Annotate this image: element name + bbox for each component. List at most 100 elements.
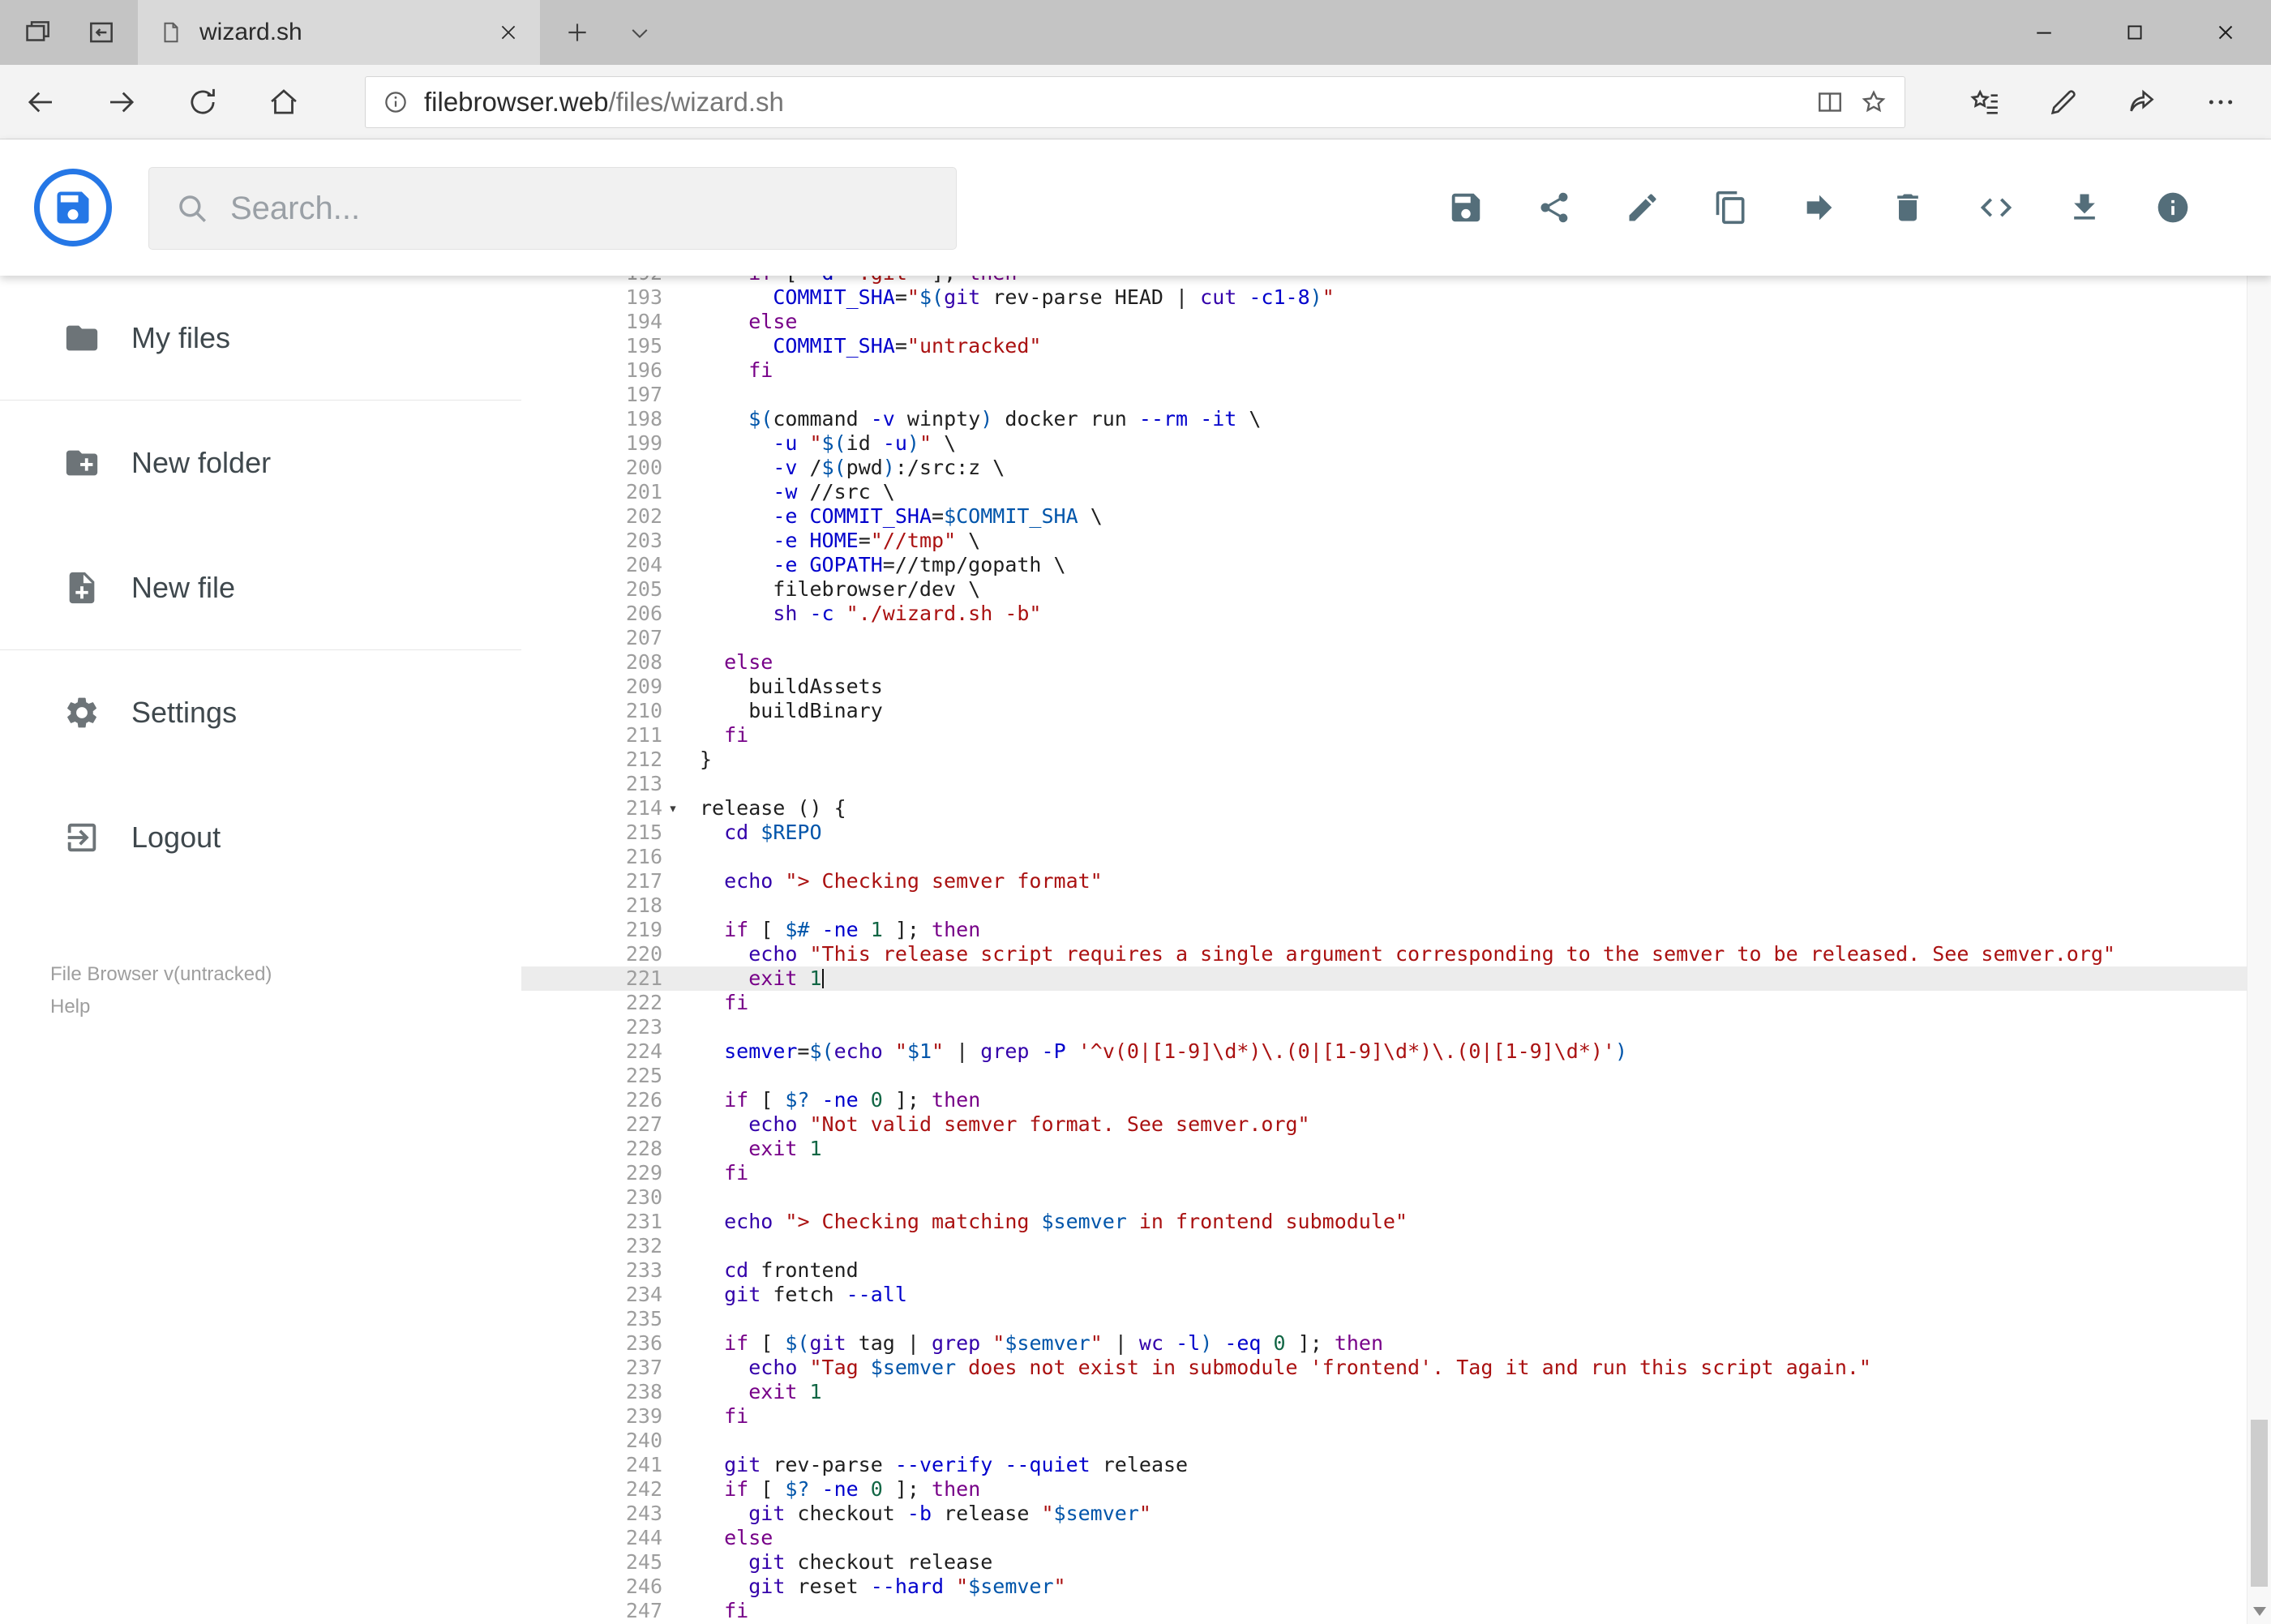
refresh-button[interactable]	[162, 65, 243, 139]
code-line-194[interactable]: 194 else	[521, 310, 2247, 334]
code-line-209[interactable]: 209 buildAssets	[521, 675, 2247, 699]
site-info-icon[interactable]	[382, 88, 409, 116]
scrollbar-thumb[interactable]	[2251, 1420, 2268, 1587]
code-line-218[interactable]: 218	[521, 893, 2247, 918]
code-line-245[interactable]: 245 git checkout release	[521, 1550, 2247, 1575]
code-line-243[interactable]: 243 git checkout -b release "$semver"	[521, 1502, 2247, 1526]
code-line-247[interactable]: 247 fi	[521, 1599, 2247, 1623]
code-line-226[interactable]: 226 if [ $? -ne 0 ]; then	[521, 1088, 2247, 1112]
code-line-239[interactable]: 239 fi	[521, 1404, 2247, 1429]
code-line-234[interactable]: 234 git fetch --all	[521, 1283, 2247, 1307]
rename-button[interactable]	[1624, 189, 1661, 226]
sidebar-item-logout[interactable]: Logout	[0, 775, 521, 900]
code-line-229[interactable]: 229 fi	[521, 1161, 2247, 1185]
code-line-208[interactable]: 208 else	[521, 650, 2247, 675]
code-line-230[interactable]: 230	[521, 1185, 2247, 1210]
code-line-212[interactable]: 212}	[521, 748, 2247, 772]
code-line-196[interactable]: 196 fi	[521, 358, 2247, 383]
code-line-227[interactable]: 227 echo "Not valid semver format. See s…	[521, 1112, 2247, 1137]
code-line-220[interactable]: 220 echo "This release script requires a…	[521, 942, 2247, 966]
back-button[interactable]	[0, 65, 81, 139]
fold-marker-icon[interactable]: ▾	[662, 796, 683, 821]
code-line-222[interactable]: 222 fi	[521, 991, 2247, 1015]
show-tab-previews-icon[interactable]	[23, 17, 54, 48]
code-line-242[interactable]: 242 if [ $? -ne 0 ]; then	[521, 1477, 2247, 1502]
code-line-202[interactable]: 202 -e COMMIT_SHA=$COMMIT_SHA \	[521, 504, 2247, 529]
set-tabs-aside-icon[interactable]	[86, 17, 117, 48]
help-link[interactable]: Help	[50, 991, 521, 1023]
favorite-star-icon[interactable]	[1859, 88, 1888, 117]
code-line-221[interactable]: 221 exit 1	[521, 966, 2247, 991]
scroll-down-arrow-icon[interactable]	[2253, 1607, 2266, 1616]
move-button[interactable]	[1801, 189, 1838, 226]
code-line-231[interactable]: 231 echo "> Checking matching $semver in…	[521, 1210, 2247, 1234]
code-line-219[interactable]: 219 if [ $# -ne 1 ]; then	[521, 918, 2247, 942]
code-line-233[interactable]: 233 cd frontend	[521, 1258, 2247, 1283]
sidebar-item-new-folder[interactable]: New folder	[0, 401, 521, 525]
code-line-210[interactable]: 210 buildBinary	[521, 699, 2247, 723]
new-tab-button[interactable]	[548, 0, 606, 65]
address-bar[interactable]: filebrowser.web/files/wizard.sh	[365, 76, 1905, 128]
code-line-193[interactable]: 193 COMMIT_SHA="$(git rev-parse HEAD | c…	[521, 285, 2247, 310]
code-line-201[interactable]: 201 -w //src \	[521, 480, 2247, 504]
code-line-240[interactable]: 240	[521, 1429, 2247, 1453]
code-line-224[interactable]: 224 semver=$(echo "$1" | grep -P '^v(0|[…	[521, 1039, 2247, 1064]
code-line-197[interactable]: 197	[521, 383, 2247, 407]
code-line-225[interactable]: 225	[521, 1064, 2247, 1088]
vertical-scrollbar[interactable]	[2247, 139, 2271, 1624]
code-line-213[interactable]: 213	[521, 772, 2247, 796]
sidebar-item-settings[interactable]: Settings	[0, 650, 521, 775]
browser-tab[interactable]: wizard.sh	[138, 0, 540, 65]
share-file-button[interactable]	[1536, 189, 1573, 226]
code-line-223[interactable]: 223	[521, 1015, 2247, 1039]
file-browser-logo[interactable]	[34, 169, 112, 246]
code-line-214[interactable]: 214 ▾ release () {	[521, 796, 2247, 821]
code-line-204[interactable]: 204 -e GOPATH=//tmp/gopath \	[521, 553, 2247, 577]
delete-button[interactable]	[1889, 189, 1926, 226]
code-line-207[interactable]: 207	[521, 626, 2247, 650]
code-line-205[interactable]: 205 filebrowser/dev \	[521, 577, 2247, 602]
code-line-236[interactable]: 236 if [ $(git tag | grep "$semver" | wc…	[521, 1331, 2247, 1356]
tab-close-icon[interactable]	[498, 22, 519, 43]
maximize-button[interactable]	[2089, 0, 2180, 65]
search-input[interactable]	[230, 190, 945, 227]
search-box[interactable]	[148, 167, 957, 250]
copy-button[interactable]	[1712, 189, 1750, 226]
info-button[interactable]	[2154, 189, 2192, 226]
code-line-198[interactable]: 198 $(command -v winpty) docker run --rm…	[521, 407, 2247, 431]
code-line-237[interactable]: 237 echo "Tag $semver does not exist in …	[521, 1356, 2247, 1380]
code-line-216[interactable]: 216	[521, 845, 2247, 869]
close-button[interactable]	[2180, 0, 2271, 65]
code-line-195[interactable]: 195 COMMIT_SHA="untracked"	[521, 334, 2247, 358]
code-line-206[interactable]: 206 sh -c "./wizard.sh -b"	[521, 602, 2247, 626]
save-button[interactable]	[1447, 189, 1485, 226]
code-line-215[interactable]: 215 cd $REPO	[521, 821, 2247, 845]
code-view-button[interactable]	[1977, 189, 2015, 226]
code-line-246[interactable]: 246 git reset --hard "$semver"	[521, 1575, 2247, 1599]
code-line-235[interactable]: 235	[521, 1307, 2247, 1331]
code-line-232[interactable]: 232	[521, 1234, 2247, 1258]
code-editor[interactable]: 192 if [ -d ".git" ]; then193 COMMIT_SHA…	[521, 276, 2247, 1624]
more-menu-icon[interactable]	[2181, 65, 2260, 139]
code-line-192[interactable]: 192 if [ -d ".git" ]; then	[521, 276, 2247, 285]
code-line-203[interactable]: 203 -e HOME="//tmp" \	[521, 529, 2247, 553]
sidebar-item-my-files[interactable]: My files	[0, 276, 521, 401]
hub-favorites-icon[interactable]	[1945, 65, 2024, 139]
code-line-238[interactable]: 238 exit 1	[521, 1380, 2247, 1404]
code-line-211[interactable]: 211 fi	[521, 723, 2247, 748]
annotate-pen-icon[interactable]	[2024, 65, 2102, 139]
home-button[interactable]	[243, 65, 324, 139]
code-line-228[interactable]: 228 exit 1	[521, 1137, 2247, 1161]
code-line-217[interactable]: 217 echo "> Checking semver format"	[521, 869, 2247, 893]
minimize-button[interactable]	[1999, 0, 2089, 65]
tab-preview-chevron-icon[interactable]	[613, 0, 666, 65]
share-icon[interactable]	[2102, 65, 2181, 139]
reading-view-icon[interactable]	[1815, 88, 1845, 117]
sidebar-item-new-file[interactable]: New file	[0, 525, 521, 650]
forward-button[interactable]	[81, 65, 162, 139]
code-line-244[interactable]: 244 else	[521, 1526, 2247, 1550]
download-button[interactable]	[2066, 189, 2103, 226]
code-line-200[interactable]: 200 -v /$(pwd):/src:z \	[521, 456, 2247, 480]
code-line-199[interactable]: 199 -u "$(id -u)" \	[521, 431, 2247, 456]
code-line-241[interactable]: 241 git rev-parse --verify --quiet relea…	[521, 1453, 2247, 1477]
